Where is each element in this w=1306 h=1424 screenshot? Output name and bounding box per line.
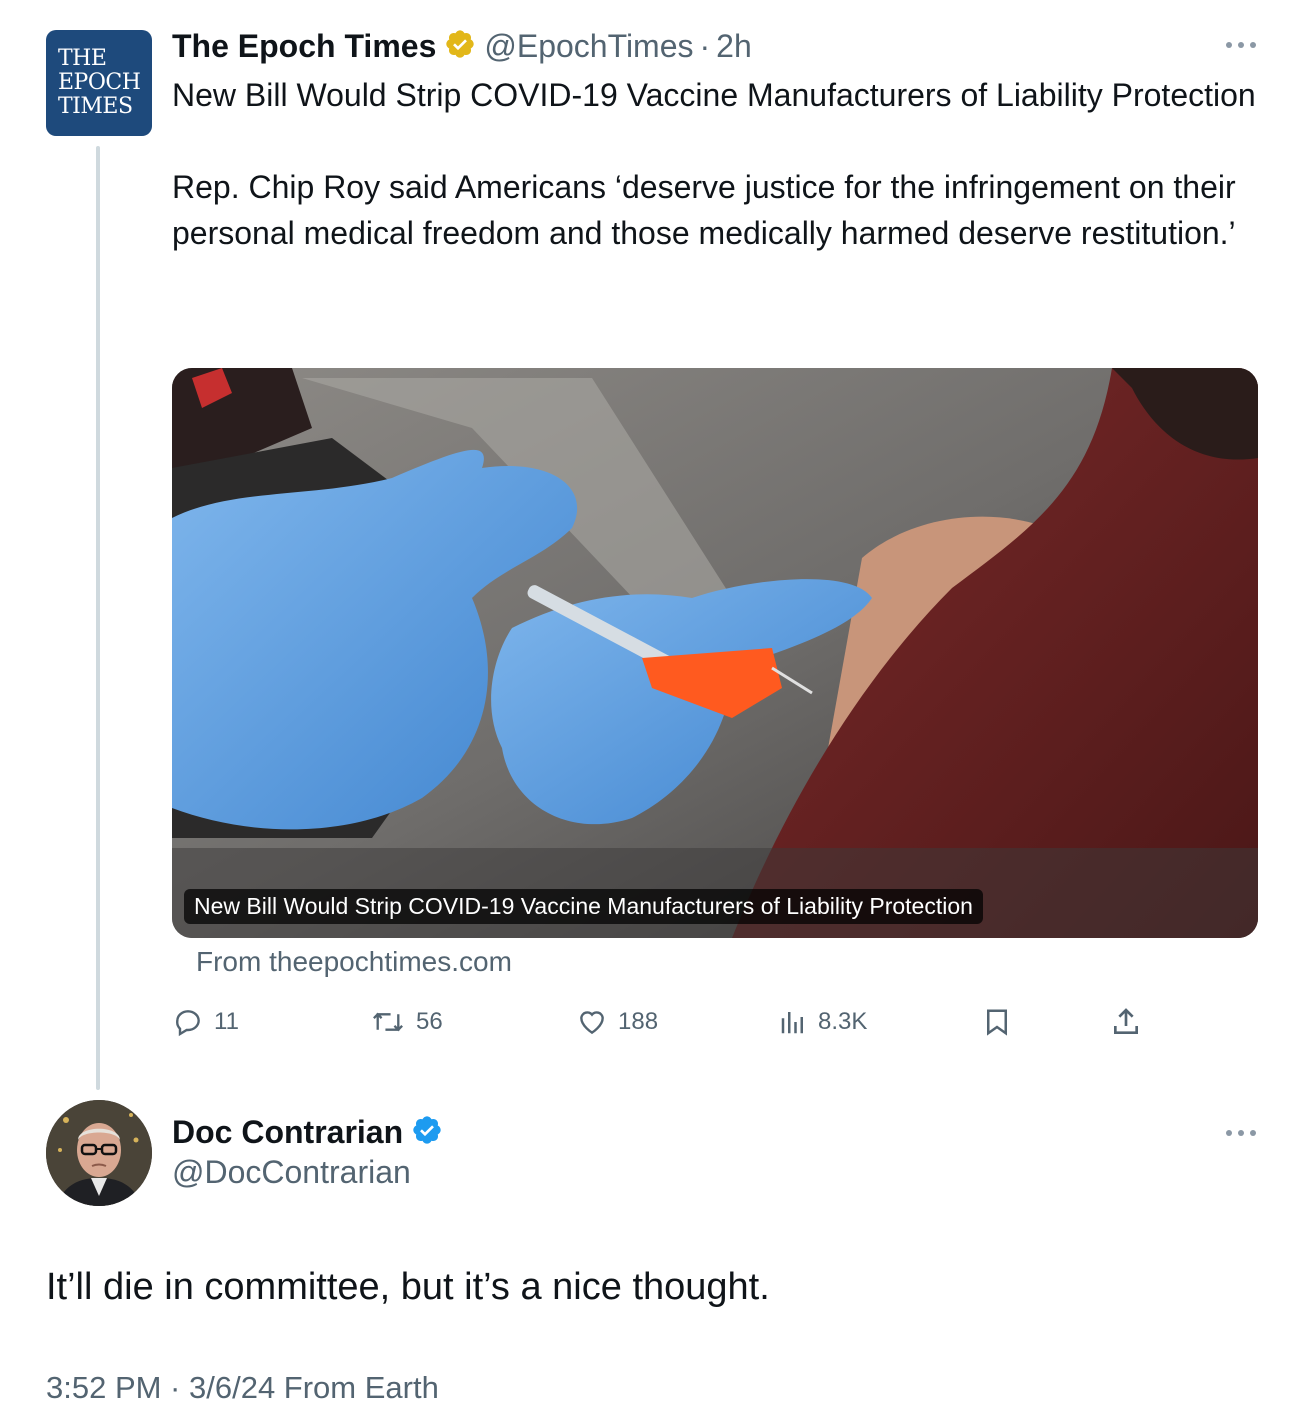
tweet-body: New Bill Would Strip COVID-19 Vaccine Ma… [172,72,1262,256]
verified-gold-badge-icon [444,28,476,65]
views-count: 8.3K [818,1008,868,1035]
avatar-text-line: THE [58,46,107,71]
retweet-button[interactable]: 56 [370,1000,443,1044]
reply-button[interactable]: 11 [172,1000,239,1044]
retweet-icon [373,1012,403,1032]
reply-icon [176,1010,200,1037]
reply-author-handle[interactable]: @DocContrarian [172,1154,411,1191]
epoch-times-avatar[interactable]: THE EPOCH TIMES [46,30,152,136]
reply-header: Doc Contrarian [172,1110,451,1154]
tweet-time[interactable]: 2h [716,28,752,65]
reply-count: 11 [214,1008,239,1035]
vaccine-injection-photo [172,368,1258,938]
card-source[interactable]: From theepochtimes.com [196,946,512,978]
reply-body: It’ll die in committee, but it’s a nice … [46,1266,770,1308]
views-icon [781,1012,803,1034]
tweet-actions: 11 56 188 8.3K [172,1000,1172,1044]
tweet-headline: New Bill Would Strip COVID-19 Vaccine Ma… [172,77,1256,113]
share-button[interactable] [1110,1000,1142,1044]
original-tweet-header: The Epoch Times @EpochTimes · 2h [172,24,752,68]
separator: · [699,27,711,64]
card-caption: New Bill Would Strip COVID-19 Vaccine Ma… [184,889,983,924]
retweet-count: 56 [416,1008,443,1035]
avatar-text-line: TIMES [58,94,133,119]
reply-author-name[interactable]: Doc Contrarian [172,1114,403,1151]
tweet-quote: Rep. Chip Roy said Americans ‘deserve ju… [172,169,1236,251]
more-icon[interactable] [1226,1128,1256,1138]
author-handle[interactable]: @EpochTimes [484,28,693,65]
avatar-text-line: EPOCH [58,70,141,95]
verified-blue-badge-icon [411,1114,443,1151]
share-icon [1114,1008,1138,1034]
like-button[interactable]: 188 [576,1000,658,1044]
views-button[interactable]: 8.3K [778,1000,867,1044]
thread-connector-line [96,146,100,1090]
link-card-image[interactable]: New Bill Would Strip COVID-19 Vaccine Ma… [172,368,1258,938]
reply-timestamp[interactable]: 3:52 PM · 3/6/24 From Earth [46,1370,439,1406]
bookmark-icon [987,1009,1007,1036]
bookmark-button[interactable] [982,1000,1012,1044]
more-icon[interactable] [1226,40,1256,50]
portrait-photo [46,1100,152,1206]
like-icon [580,1011,604,1035]
author-name[interactable]: The Epoch Times [172,28,436,65]
like-count: 188 [618,1008,659,1035]
doc-contrarian-avatar[interactable] [46,1100,152,1206]
